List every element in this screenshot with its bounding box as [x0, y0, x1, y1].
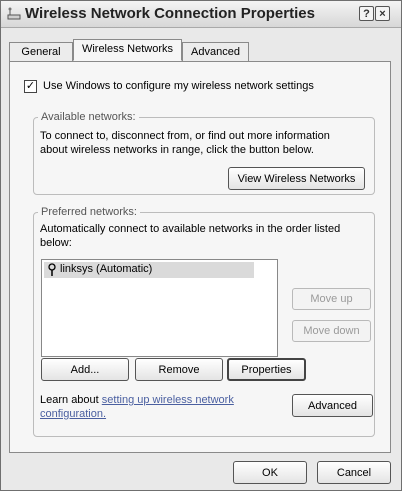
network-connection-icon — [6, 6, 22, 22]
ok-button[interactable]: OK — [233, 461, 307, 484]
preferred-networks-legend: Preferred networks: — [38, 206, 140, 218]
use-windows-checkbox[interactable]: ✓ — [24, 80, 37, 93]
learn-about-text: Learn about setting up wireless network — [40, 394, 234, 406]
view-wireless-networks-button[interactable]: View Wireless Networks — [228, 167, 365, 190]
tab-advanced[interactable]: Advanced — [182, 42, 249, 61]
antenna-icon — [47, 263, 57, 277]
window-title: Wireless Network Connection Properties — [25, 5, 315, 22]
preferred-networks-text-line1: Automatically connect to available netwo… — [40, 223, 341, 235]
close-button[interactable]: × — [375, 6, 390, 21]
add-button[interactable]: Add... — [41, 358, 129, 381]
preferred-networks-list[interactable]: linksys (Automatic) — [41, 259, 278, 357]
tab-general[interactable]: General — [9, 42, 73, 61]
tab-wireless-networks[interactable]: Wireless Networks — [73, 39, 182, 61]
advanced-button[interactable]: Advanced — [292, 394, 373, 417]
remove-button[interactable]: Remove — [135, 358, 223, 381]
properties-dialog: Wireless Network Connection Properties ?… — [0, 0, 402, 491]
help-button[interactable]: ? — [359, 6, 374, 21]
wireless-networks-panel: ✓ Use Windows to configure my wireless n… — [9, 61, 391, 453]
learn-about-link-line2[interactable]: configuration. — [40, 408, 106, 420]
use-windows-label[interactable]: Use Windows to configure my wireless net… — [43, 80, 314, 92]
network-name: linksys (Automatic) — [60, 263, 153, 275]
move-down-button[interactable]: Move down — [292, 320, 371, 342]
list-item[interactable]: linksys (Automatic) — [44, 262, 254, 278]
available-networks-text-line2: about wireless networks in range, click … — [40, 144, 314, 156]
learn-about-link[interactable]: setting up wireless network — [102, 394, 234, 406]
cancel-button[interactable]: Cancel — [317, 461, 391, 484]
properties-button[interactable]: Properties — [227, 358, 306, 381]
preferred-networks-text-line2: below: — [40, 237, 72, 249]
move-up-button[interactable]: Move up — [292, 288, 371, 310]
available-networks-text-line1: To connect to, disconnect from, or find … — [40, 130, 330, 142]
available-networks-legend: Available networks: — [38, 111, 139, 123]
title-bar[interactable]: Wireless Network Connection Properties ?… — [1, 1, 401, 28]
